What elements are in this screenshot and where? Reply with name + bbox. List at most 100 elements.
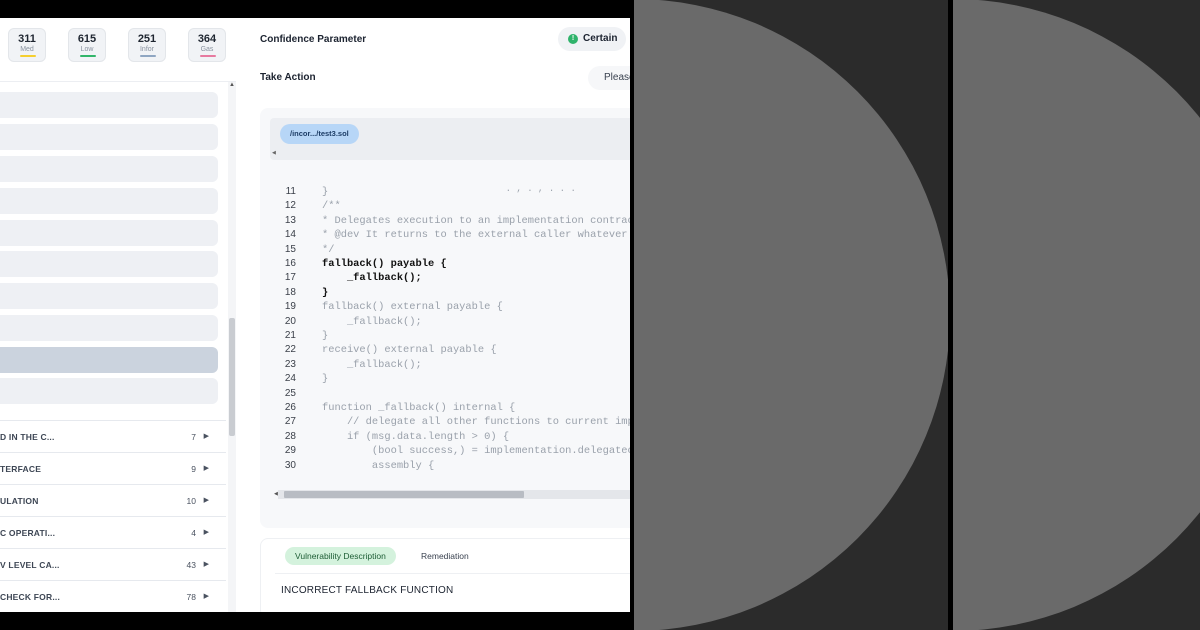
severity-bar — [20, 55, 36, 57]
code-text: * @dev It returns to the external caller… — [322, 229, 628, 242]
confidence-select[interactable]: ! Certain — [558, 27, 626, 51]
stat-label: Low — [80, 46, 94, 53]
line-number: 17 — [284, 272, 296, 284]
stat-value: 615 — [77, 33, 97, 45]
file-path-bar: /incor.../test3.sol ◀ — [270, 118, 630, 160]
line-number: 25 — [284, 387, 296, 399]
vulnerability-count: 10 — [186, 496, 196, 506]
stat-label: Gas — [200, 46, 214, 53]
vulnerability-count: 7 — [191, 432, 196, 442]
vulnerability-title: C OPERATI... — [0, 528, 56, 538]
stat-gas[interactable]: 364 Gas — [188, 28, 226, 62]
line-number: 16 — [284, 258, 296, 269]
code-text: _fallback(); — [322, 272, 422, 285]
screenshot-stage: 311 Med 615 Low 251 Infor 364 Gas D IN T… — [0, 0, 1200, 630]
code-text: /** — [322, 200, 341, 213]
vulnerability-row[interactable]: D IN THE C... 7 ▶ — [0, 420, 226, 452]
issue-item[interactable] — [0, 251, 218, 277]
divider — [275, 573, 630, 574]
issue-item[interactable] — [0, 378, 218, 404]
issue-item[interactable] — [0, 220, 218, 246]
stat-label: Infor — [139, 46, 154, 53]
code-text: assembly { — [322, 459, 435, 472]
code-text: } — [322, 186, 329, 198]
caret-right-icon: ▶ — [203, 433, 209, 440]
line-number: 15 — [284, 243, 296, 255]
issue-item[interactable] — [0, 124, 218, 150]
left-pane: 311 Med 615 Low 251 Infor 364 Gas D IN T… — [0, 18, 236, 612]
issue-item[interactable] — [0, 188, 218, 214]
stat-label: Med — [20, 46, 34, 53]
half-circle-graphic — [634, 0, 948, 630]
severity-bar — [140, 55, 156, 57]
half-circle-shape — [953, 0, 1200, 630]
code-text: } — [322, 286, 329, 299]
issue-item[interactable] — [0, 283, 218, 309]
caret-right-icon: ▶ — [203, 561, 209, 568]
file-path-chip[interactable]: /incor.../test3.sol — [280, 124, 359, 144]
vulnerability-title: ULATION — [0, 496, 39, 506]
code-text: _fallback(); — [322, 315, 422, 328]
issue-item[interactable] — [0, 156, 218, 182]
severity-bar — [200, 55, 216, 57]
stat-low[interactable]: 615 Low — [68, 28, 106, 62]
decorative-panel — [953, 0, 1200, 630]
vulnerability-row[interactable]: TERFACE 9 ▶ — [0, 452, 226, 484]
vulnerability-row[interactable]: CHECK FOR... 78 ▶ — [0, 580, 226, 612]
vulnerability-count: 78 — [186, 592, 196, 602]
scroll-left-icon[interactable]: ◀ — [274, 491, 278, 497]
line-number: 22 — [284, 344, 296, 356]
horizontal-scrollbar-thumb[interactable] — [284, 491, 524, 498]
vulnerability-title: D IN THE C... — [0, 432, 55, 442]
half-circle-graphic — [953, 0, 1200, 630]
scroll-left-icon[interactable]: ◀ — [272, 150, 276, 156]
vulnerability-count: 4 — [191, 528, 196, 538]
code-text: */ — [322, 243, 335, 256]
tab-remediation[interactable]: Remediation — [421, 547, 469, 565]
vulnerability-row[interactable]: V LEVEL CA... 43 ▶ — [0, 548, 226, 580]
divider — [0, 81, 236, 82]
vulnerability-row[interactable]: ULATION 10 ▶ — [0, 484, 226, 516]
issue-item[interactable] — [0, 92, 218, 118]
stat-infor[interactable]: 251 Infor — [128, 28, 166, 62]
stat-value: 311 — [18, 33, 36, 45]
line-number: 19 — [284, 301, 296, 313]
action-select[interactable]: Please — [588, 66, 630, 90]
audit-app: 311 Med 615 Low 251 Infor 364 Gas D IN T… — [0, 18, 630, 612]
decorative-panel — [634, 0, 948, 630]
vulnerability-count: 9 — [191, 464, 196, 474]
detail-pane: Confidence Parameter ! Certain Take Acti… — [236, 18, 630, 612]
code-text: . , . , . . . — [322, 184, 576, 194]
line-number: 27 — [284, 416, 296, 428]
scroll-up-icon[interactable]: ▲ — [229, 82, 235, 88]
issue-item-selected[interactable] — [0, 347, 218, 373]
line-number: 29 — [284, 445, 296, 457]
confidence-label: Confidence Parameter — [260, 34, 367, 45]
code-text: * Delegates execution to an implementati… — [322, 214, 630, 227]
issue-item[interactable] — [0, 315, 218, 341]
line-number: 26 — [284, 402, 296, 413]
vulnerability-count: 43 — [186, 560, 196, 570]
stat-med[interactable]: 311 Med — [8, 28, 46, 62]
vulnerability-title: V LEVEL CA... — [0, 560, 60, 570]
line-number: 24 — [284, 373, 296, 385]
code-text: function _fallback() internal { — [322, 402, 516, 414]
vertical-scrollbar-thumb[interactable] — [229, 318, 235, 436]
line-number: 20 — [284, 315, 296, 327]
line-number: 28 — [284, 430, 296, 442]
code-text: _fallback(); — [322, 358, 422, 371]
vulnerability-heading: INCORRECT FALLBACK FUNCTION — [281, 585, 454, 596]
confidence-value: Certain — [583, 33, 618, 44]
action-value: Please — [604, 72, 630, 83]
alert-icon: ! — [568, 34, 578, 44]
vulnerability-title: CHECK FOR... — [0, 592, 61, 602]
stat-value: 364 — [197, 33, 217, 45]
tab-vulnerability-description[interactable]: Vulnerability Description — [285, 547, 396, 565]
take-action-label: Take Action — [260, 72, 316, 83]
vulnerability-title: TERFACE — [0, 464, 42, 474]
vulnerability-row[interactable]: C OPERATI... 4 ▶ — [0, 516, 226, 548]
code-line-partial: . , . , . . . — [260, 178, 576, 194]
code-text: if (msg.data.length > 0) { — [322, 430, 510, 443]
code-text: fallback() payable { — [322, 258, 447, 270]
code-text: (bool success,) = implementation.delegat… — [322, 445, 630, 458]
